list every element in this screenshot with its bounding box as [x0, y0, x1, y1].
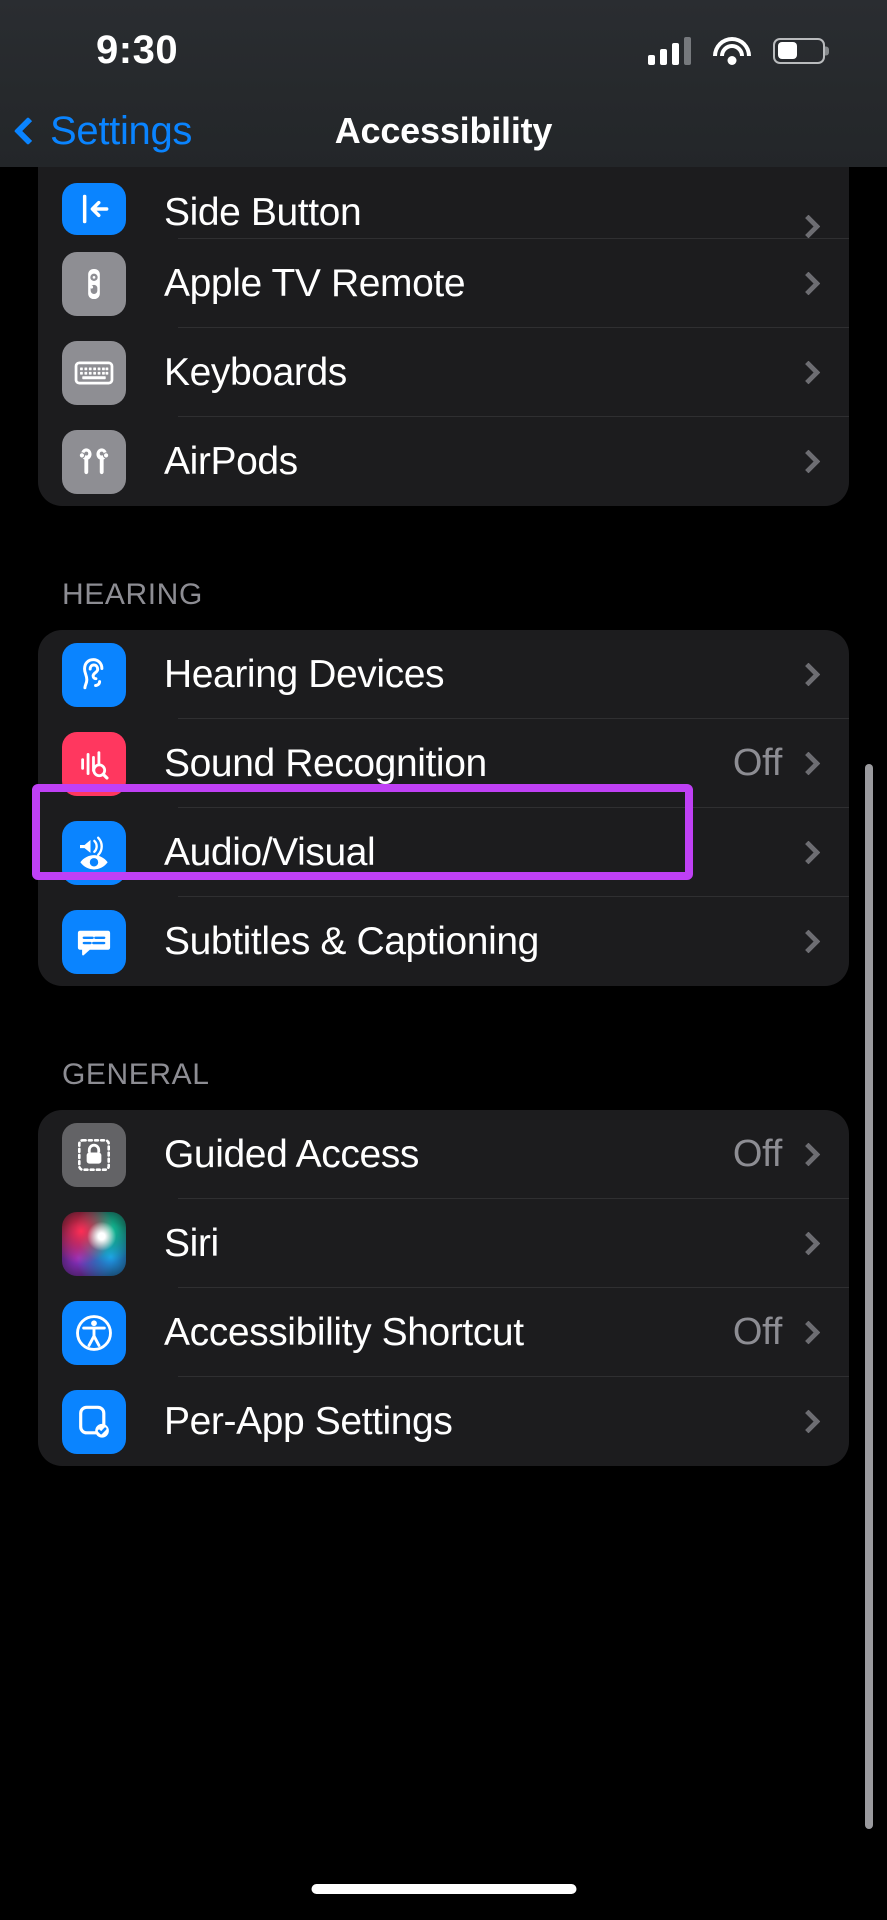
- chevron-right-icon: [796, 449, 821, 474]
- list-item[interactable]: Guided Access Off: [38, 1110, 849, 1199]
- list-item[interactable]: Subtitles & Captioning: [38, 897, 849, 986]
- status-bar-indicators: [648, 36, 829, 65]
- list-item-label: Per-App Settings: [164, 1399, 453, 1443]
- list-item-accessory: [796, 1409, 849, 1434]
- chevron-right-icon: [796, 1409, 821, 1434]
- iphone-screen: 9:30 Settings Accessibility Side Button …: [0, 0, 887, 1920]
- list-item-label: Side Button: [164, 191, 362, 234]
- list-item-accessory: [796, 929, 849, 954]
- list-item[interactable]: AirPods: [38, 417, 849, 506]
- back-button-label: Settings: [50, 108, 193, 153]
- list-item-label: Siri: [164, 1221, 219, 1265]
- list-item-label: Guided Access: [164, 1132, 419, 1176]
- list-item[interactable]: Hearing Devices: [38, 630, 849, 719]
- list-item[interactable]: Keyboards: [38, 328, 849, 417]
- list-item[interactable]: Siri: [38, 1199, 849, 1288]
- list-item-accessory: Off: [733, 742, 849, 785]
- list-item-label: AirPods: [164, 439, 298, 483]
- airpods-icon: [62, 429, 126, 494]
- wifi-icon: [713, 36, 751, 65]
- list-item-value: Off: [732, 742, 782, 784]
- keyboard-icon: [62, 340, 126, 405]
- battery-icon: [773, 37, 829, 64]
- list-item-label: Apple TV Remote: [164, 261, 466, 305]
- status-bar: 9:30: [0, 0, 887, 95]
- chevron-right-icon: [796, 1142, 821, 1167]
- vertical-scrollbar[interactable]: [865, 764, 873, 1829]
- section-header-hearing: HEARING: [62, 578, 203, 611]
- list-item-accessory: Off: [733, 1311, 849, 1354]
- chevron-right-icon: [796, 840, 821, 865]
- ear-icon: [62, 642, 126, 707]
- back-button[interactable]: Settings: [0, 109, 192, 154]
- app-check-icon: [62, 1389, 126, 1454]
- status-bar-clock: 9:30: [96, 28, 179, 72]
- settings-group-physical-motor: Side Button Apple TV Remote Keyboards Ai…: [38, 167, 849, 506]
- list-item[interactable]: Apple TV Remote: [38, 239, 849, 328]
- list-item-accessory: [796, 449, 849, 474]
- list-item-value: Off: [732, 1311, 782, 1353]
- list-item-accessory: [796, 360, 849, 385]
- navigation-bar: Settings Accessibility: [0, 95, 887, 167]
- list-item-value: Off: [732, 1133, 782, 1175]
- list-item-accessory: [796, 1231, 849, 1256]
- list-item-accessory: [796, 214, 849, 239]
- captions-icon: [62, 909, 126, 974]
- chevron-right-icon: [796, 662, 821, 687]
- chevron-right-icon: [796, 1231, 821, 1256]
- list-item-label: Hearing Devices: [164, 652, 445, 696]
- list-item-audio-visual[interactable]: Audio/Visual: [38, 808, 849, 897]
- list-item[interactable]: Sound Recognition Off: [38, 719, 849, 808]
- chevron-right-icon: [796, 360, 821, 385]
- lock-dashed-icon: [62, 1122, 126, 1187]
- list-item-accessory: [796, 662, 849, 687]
- apple-tv-remote-icon: [62, 251, 126, 316]
- list-item[interactable]: Accessibility Shortcut Off: [38, 1288, 849, 1377]
- siri-orb-icon: [62, 1211, 126, 1276]
- list-item-accessory: Off: [733, 1133, 849, 1176]
- list-item[interactable]: Side Button: [38, 167, 849, 239]
- chevron-left-icon: [13, 116, 43, 146]
- chevron-right-icon: [796, 929, 821, 954]
- list-item-label: Audio/Visual: [164, 830, 376, 874]
- chevron-right-icon: [796, 214, 821, 239]
- settings-scroll-view[interactable]: Side Button Apple TV Remote Keyboards Ai…: [0, 167, 887, 1920]
- chevron-right-icon: [796, 1320, 821, 1345]
- side-button-icon: [62, 183, 126, 235]
- section-header-general: GENERAL: [62, 1058, 210, 1091]
- home-indicator: [311, 1884, 576, 1894]
- waveform-search-icon: [62, 731, 126, 796]
- list-item[interactable]: Per-App Settings: [38, 1377, 849, 1466]
- speaker-eye-icon: [62, 820, 126, 885]
- list-item-accessory: [796, 840, 849, 865]
- cellular-bars-icon: [648, 36, 691, 65]
- accessibility-icon: [62, 1300, 126, 1365]
- chevron-right-icon: [796, 751, 821, 776]
- list-item-accessory: [796, 271, 849, 296]
- settings-group-general: Guided Access Off Siri Accessibility Sho…: [38, 1110, 849, 1466]
- settings-group-hearing: Hearing Devices Sound Recognition Off Au…: [38, 630, 849, 986]
- list-item-label: Sound Recognition: [164, 741, 487, 785]
- list-item-label: Accessibility Shortcut: [164, 1310, 524, 1354]
- list-item-label: Keyboards: [164, 350, 347, 394]
- chevron-right-icon: [796, 271, 821, 296]
- list-item-label: Subtitles & Captioning: [164, 919, 539, 963]
